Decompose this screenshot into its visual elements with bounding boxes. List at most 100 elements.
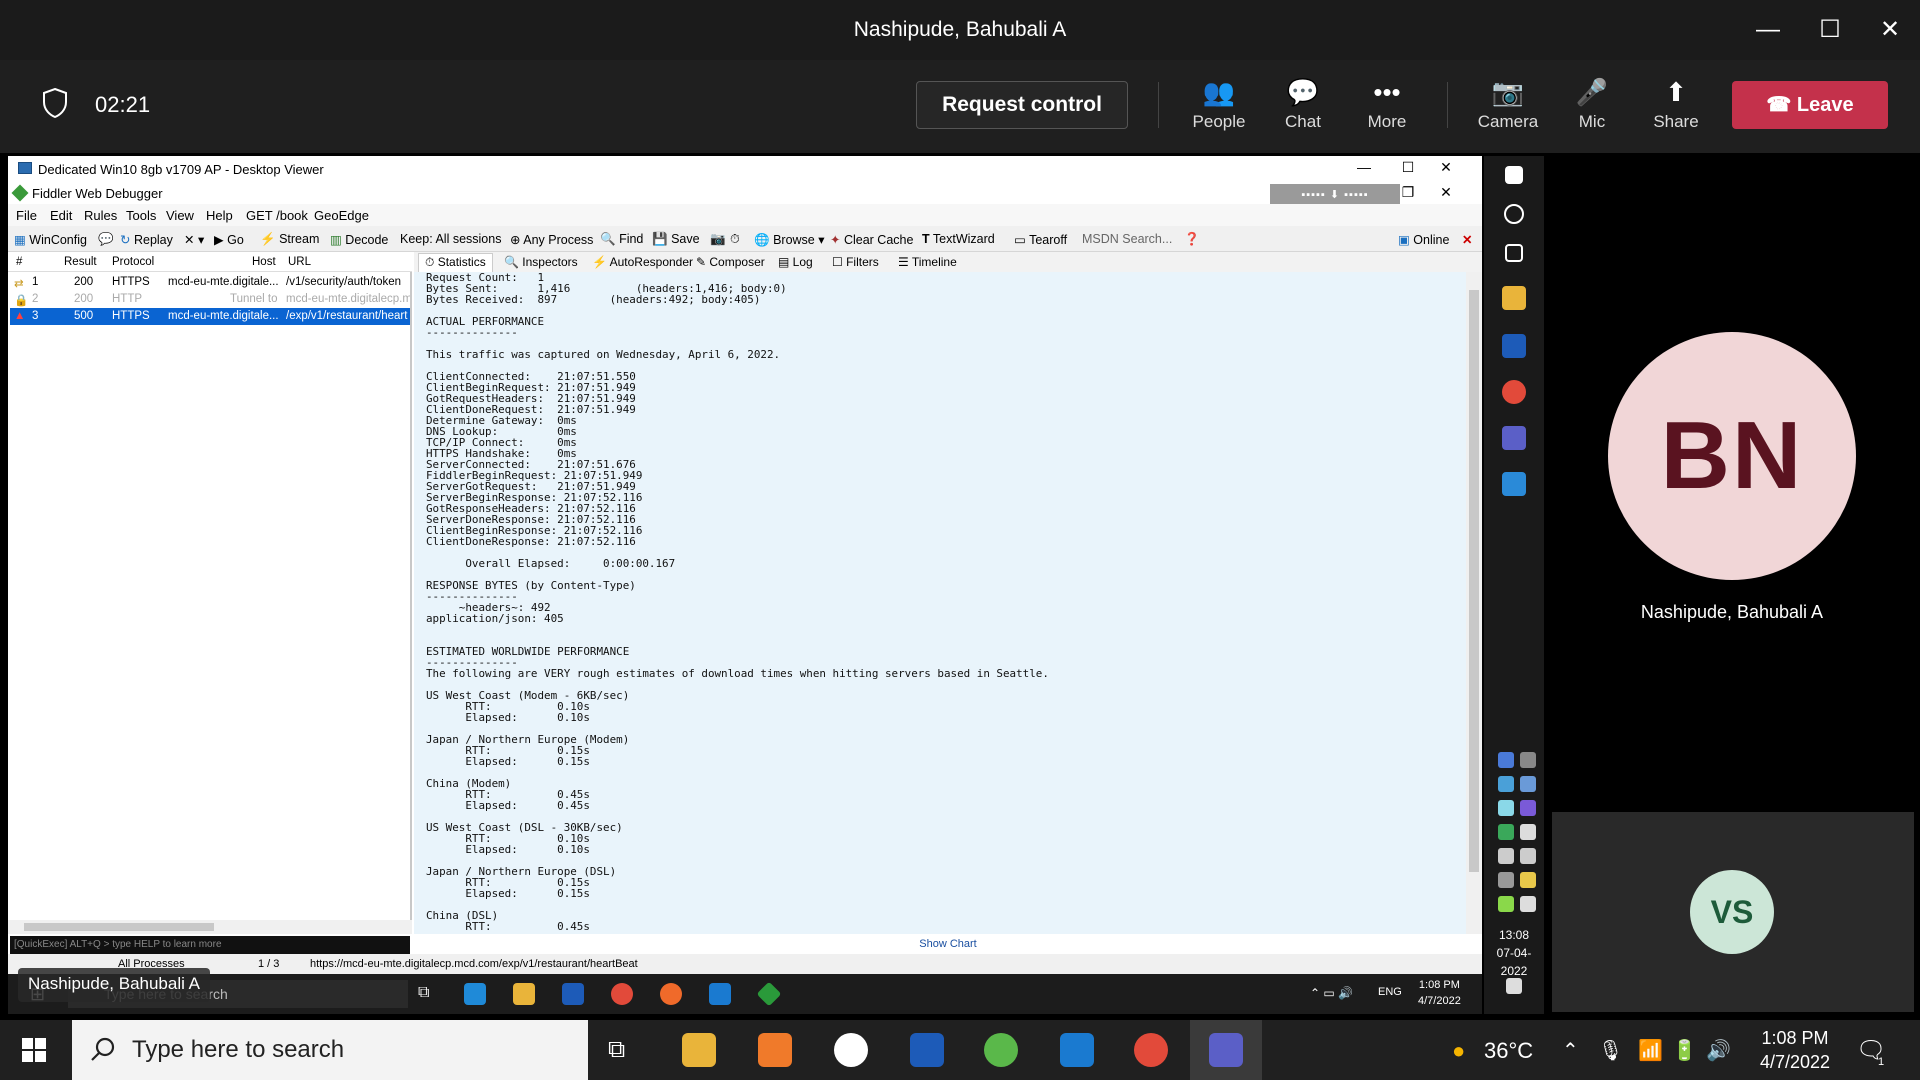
session-row[interactable]: ⇄ 1 200 HTTPS mcd-eu-mte.digitale... /v1… xyxy=(10,274,410,291)
outlook-icon[interactable] xyxy=(910,1033,944,1067)
restore-icon[interactable]: ❐ xyxy=(1398,184,1418,201)
tray-icon[interactable] xyxy=(1520,824,1536,840)
session-list-scrollbar[interactable] xyxy=(8,920,412,934)
close-icon[interactable]: ✕ xyxy=(1436,159,1456,176)
teams-icon[interactable] xyxy=(1502,426,1526,450)
menu-file[interactable]: File xyxy=(16,208,37,223)
tray-icon[interactable] xyxy=(1498,752,1514,768)
help-icon[interactable]: ❓ xyxy=(1184,232,1200,247)
replay-button[interactable]: ↻ Replay xyxy=(120,232,173,247)
edge-icon[interactable] xyxy=(464,983,486,1005)
vscode-icon[interactable] xyxy=(709,983,731,1005)
tray-icons[interactable]: ⌃ ▭ 🔊 xyxy=(1310,986,1353,1000)
battery-icon[interactable]: 🔋 xyxy=(1672,1038,1697,1063)
tab-inspectors[interactable]: 🔍 Inspectors xyxy=(504,255,578,269)
tray-icon[interactable] xyxy=(1520,800,1536,816)
task-view-icon[interactable]: ⧉ xyxy=(608,1036,625,1064)
column-header-host[interactable]: Host xyxy=(252,256,276,268)
scrollbar-thumb[interactable] xyxy=(1469,290,1479,872)
share-button[interactable]: ⬆ Share xyxy=(1636,72,1716,142)
session-row[interactable]: 🔒 2 200 HTTP Tunnel to mcd-eu-mte.digita… xyxy=(10,291,410,308)
desktop-viewer-icon[interactable] xyxy=(1502,472,1526,496)
camera-button[interactable]: 📷 Camera xyxy=(1468,72,1548,142)
tab-filters[interactable]: ☐ Filters xyxy=(832,255,879,269)
tray-icon[interactable] xyxy=(1520,752,1536,768)
close-icon[interactable]: ✕ xyxy=(1872,12,1908,48)
column-header-result[interactable]: Result xyxy=(64,256,97,268)
leave-button[interactable]: ☎ Leave xyxy=(1732,81,1888,129)
timer-icon[interactable]: ⏱ xyxy=(730,232,740,247)
tray-icon[interactable] xyxy=(1498,776,1514,792)
save-button[interactable]: 💾 Save xyxy=(652,232,700,247)
tray-icon[interactable] xyxy=(1498,896,1514,912)
battery-icon[interactable] xyxy=(1520,896,1536,912)
minimize-icon[interactable]: — xyxy=(1354,159,1374,175)
menu-geoedge[interactable]: GeoEdge xyxy=(314,208,369,223)
mic-button[interactable]: 🎤 Mic xyxy=(1552,72,1632,142)
chrome-icon[interactable] xyxy=(1502,380,1526,404)
teams-icon[interactable] xyxy=(1209,1033,1243,1067)
close-icon[interactable]: ✕ xyxy=(1436,184,1456,201)
decode-button[interactable]: ▥ Decode xyxy=(330,232,388,247)
close-toolbar-icon[interactable]: ✕ xyxy=(1462,232,1472,247)
msdn-search-input[interactable]: MSDN Search... xyxy=(1082,232,1172,246)
desktop-viewer-toolbar-handle[interactable]: ▪▪▪▪▪ ⬇ ▪▪▪▪▪ xyxy=(1270,184,1400,206)
menu-view[interactable]: View xyxy=(166,208,194,223)
task-view-icon[interactable] xyxy=(1505,244,1523,262)
menu-rules[interactable]: Rules xyxy=(84,208,117,223)
camera-snapshot-icon[interactable]: 📷 xyxy=(710,232,726,247)
textwizard-button[interactable]: T TextWizard xyxy=(922,232,995,246)
winconfig-button[interactable]: ▦ WinConfig xyxy=(14,232,87,247)
show-chart-link[interactable]: Show Chart xyxy=(414,934,1482,954)
menu-help[interactable]: Help xyxy=(206,208,233,223)
request-control-button[interactable]: Request control xyxy=(916,81,1128,129)
spring-tool-icon[interactable] xyxy=(984,1033,1018,1067)
chrome-icon[interactable] xyxy=(1134,1033,1168,1067)
stream-button[interactable]: ⚡ Stream xyxy=(260,232,319,247)
chat-button[interactable]: 💬 Chat xyxy=(1263,72,1343,142)
postman-icon[interactable] xyxy=(660,983,682,1005)
tab-statistics[interactable]: ⏱ Statistics xyxy=(418,253,493,272)
comment-icon[interactable]: 💬 xyxy=(98,232,114,247)
language-indicator[interactable]: ENG xyxy=(1378,986,1402,998)
chrome-icon[interactable] xyxy=(611,983,633,1005)
clear-cache-button[interactable]: ✦ Clear Cache xyxy=(830,232,913,247)
office-app-icon[interactable] xyxy=(758,1033,792,1067)
column-header-url[interactable]: URL xyxy=(288,256,311,268)
menu-edit[interactable]: Edit xyxy=(50,208,72,223)
wifi-icon[interactable]: 📶 xyxy=(1638,1038,1663,1063)
network-icon[interactable] xyxy=(1520,848,1536,864)
file-explorer-icon[interactable] xyxy=(513,983,535,1005)
remote-clock[interactable]: 1:08 PM 4/7/2022 xyxy=(1418,977,1461,1009)
fiddler-taskbar-icon[interactable] xyxy=(756,981,782,1007)
tab-timeline[interactable]: ☰ Timeline xyxy=(898,255,957,269)
remote-side-clock[interactable]: 13:08 07-04-2022 xyxy=(1484,926,1544,980)
tray-icon[interactable] xyxy=(1520,872,1536,888)
vscode-icon[interactable] xyxy=(1060,1033,1094,1067)
temperature[interactable]: 36°C xyxy=(1484,1038,1533,1064)
volume-icon[interactable] xyxy=(1498,848,1514,864)
windows-start-icon[interactable] xyxy=(22,1038,46,1062)
task-view-icon[interactable]: ⧉ xyxy=(418,984,429,1002)
column-header-number[interactable]: # xyxy=(16,256,22,268)
cloud-icon[interactable] xyxy=(1498,800,1514,816)
people-button[interactable]: 👥 People xyxy=(1179,72,1259,142)
menu-get-book[interactable]: GET /book xyxy=(246,208,308,223)
tab-autoresponder[interactable]: ⚡ AutoResponder xyxy=(592,255,693,269)
taskbar-search-box[interactable]: Type here to search xyxy=(72,1020,588,1080)
tray-icon[interactable] xyxy=(1498,824,1514,840)
taskbar-clock[interactable]: 1:08 PM 4/7/2022 xyxy=(1740,1026,1850,1074)
more-button[interactable]: ••• More xyxy=(1347,72,1427,142)
weather-icon[interactable]: ● xyxy=(1452,1038,1465,1064)
statistics-scrollbar[interactable] xyxy=(1466,272,1482,934)
tab-log[interactable]: ▤ Log xyxy=(778,255,813,269)
remove-sessions-button[interactable]: ✕ ▾ xyxy=(184,232,204,247)
find-button[interactable]: 🔍 Find xyxy=(600,232,643,247)
go-button[interactable]: ▶ Go xyxy=(214,232,244,247)
any-process-button[interactable]: ⊕ Any Process xyxy=(510,232,593,247)
tab-composer[interactable]: ✎ Composer xyxy=(696,255,765,269)
menu-tools[interactable]: Tools xyxy=(126,208,156,223)
chevron-up-icon[interactable]: ⌃ xyxy=(1562,1038,1579,1063)
windows-start-icon[interactable] xyxy=(1505,166,1523,184)
maximize-icon[interactable]: ☐ xyxy=(1398,159,1418,176)
